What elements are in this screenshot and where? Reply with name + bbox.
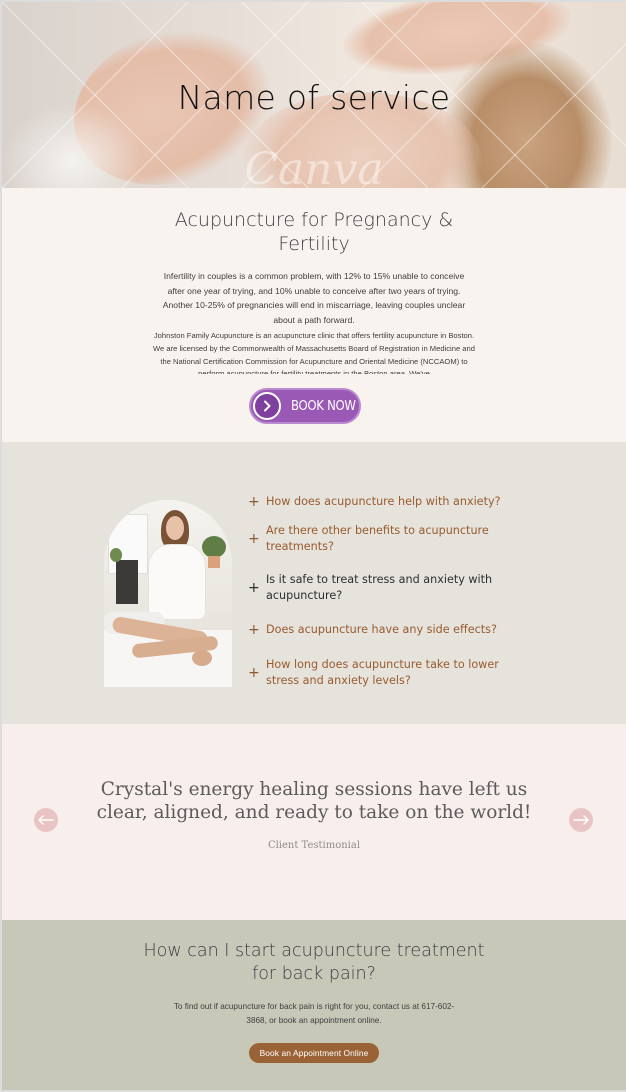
watermark-text: Canva <box>244 144 383 188</box>
testimonial-quote: Crystal's energy healing sessions have l… <box>96 779 532 823</box>
faq-section: + How does acupuncture help with anxiety… <box>2 442 626 724</box>
intro-paragraph-clip: Johnston Family Acupuncture is an acupun… <box>152 330 476 374</box>
plus-icon: + <box>248 531 260 547</box>
hero-banner: Canva Name of service <box>2 2 626 188</box>
carousel-prev-button[interactable] <box>34 808 58 832</box>
carousel-next-button[interactable] <box>569 808 593 832</box>
faq-question: Are there other benefits to acupuncture … <box>266 523 489 554</box>
faq-question: Does acupuncture have any side effects? <box>266 622 497 636</box>
intro-heading: Acupuncture for Pregnancy & Fertility <box>174 209 454 255</box>
faq-list: + How does acupuncture help with anxiety… <box>248 490 518 690</box>
contact-section: How can I start acupuncture treatment fo… <box>2 920 626 1090</box>
plus-icon: + <box>248 494 260 510</box>
faq-question: Is it safe to treat stress and anxiety w… <box>266 572 493 603</box>
contact-heading: How can I start acupuncture treatment fo… <box>143 941 485 984</box>
arrow-left-icon <box>38 815 54 825</box>
intro-paragraph: Infertility in couples is a common probl… <box>162 271 466 325</box>
faq-item[interactable]: + How does acupuncture help with anxiety… <box>248 490 518 514</box>
faq-question: How long does acupuncture take to lower … <box>266 657 499 688</box>
book-now-button[interactable]: BOOK NOW <box>249 388 361 424</box>
page: Canva Name of service Acupuncture for Pr… <box>2 2 626 1090</box>
faq-item[interactable]: + Are there other benefits to acupunctur… <box>248 522 518 556</box>
chevron-right-icon <box>253 392 281 420</box>
faq-item[interactable]: + Does acupuncture have any side effects… <box>248 620 518 640</box>
book-now-label: BOOK NOW <box>291 399 356 414</box>
faq-question: How does acupuncture help with anxiety? <box>266 494 501 508</box>
intro-paragraph: Johnston Family Acupuncture is an acupun… <box>153 331 475 374</box>
page-title: Name of service <box>177 78 451 117</box>
plus-icon: + <box>248 622 260 638</box>
plus-icon: + <box>248 580 260 596</box>
therapist-photo <box>104 500 232 687</box>
faq-item[interactable]: + How long does acupuncture take to lowe… <box>248 656 518 690</box>
plus-icon: + <box>248 665 260 681</box>
testimonial-attribution: Client Testimonial <box>267 840 361 851</box>
arrow-right-icon <box>573 815 589 825</box>
contact-text: To find out if acupuncture for back pain… <box>173 1002 455 1025</box>
intro-section: Acupuncture for Pregnancy & Fertility In… <box>2 188 626 442</box>
book-appointment-button[interactable]: Book an Appointment Online <box>249 1043 379 1063</box>
faq-item[interactable]: + Is it safe to treat stress and anxiety… <box>248 571 518 605</box>
testimonial-section: Crystal's energy healing sessions have l… <box>2 724 626 920</box>
